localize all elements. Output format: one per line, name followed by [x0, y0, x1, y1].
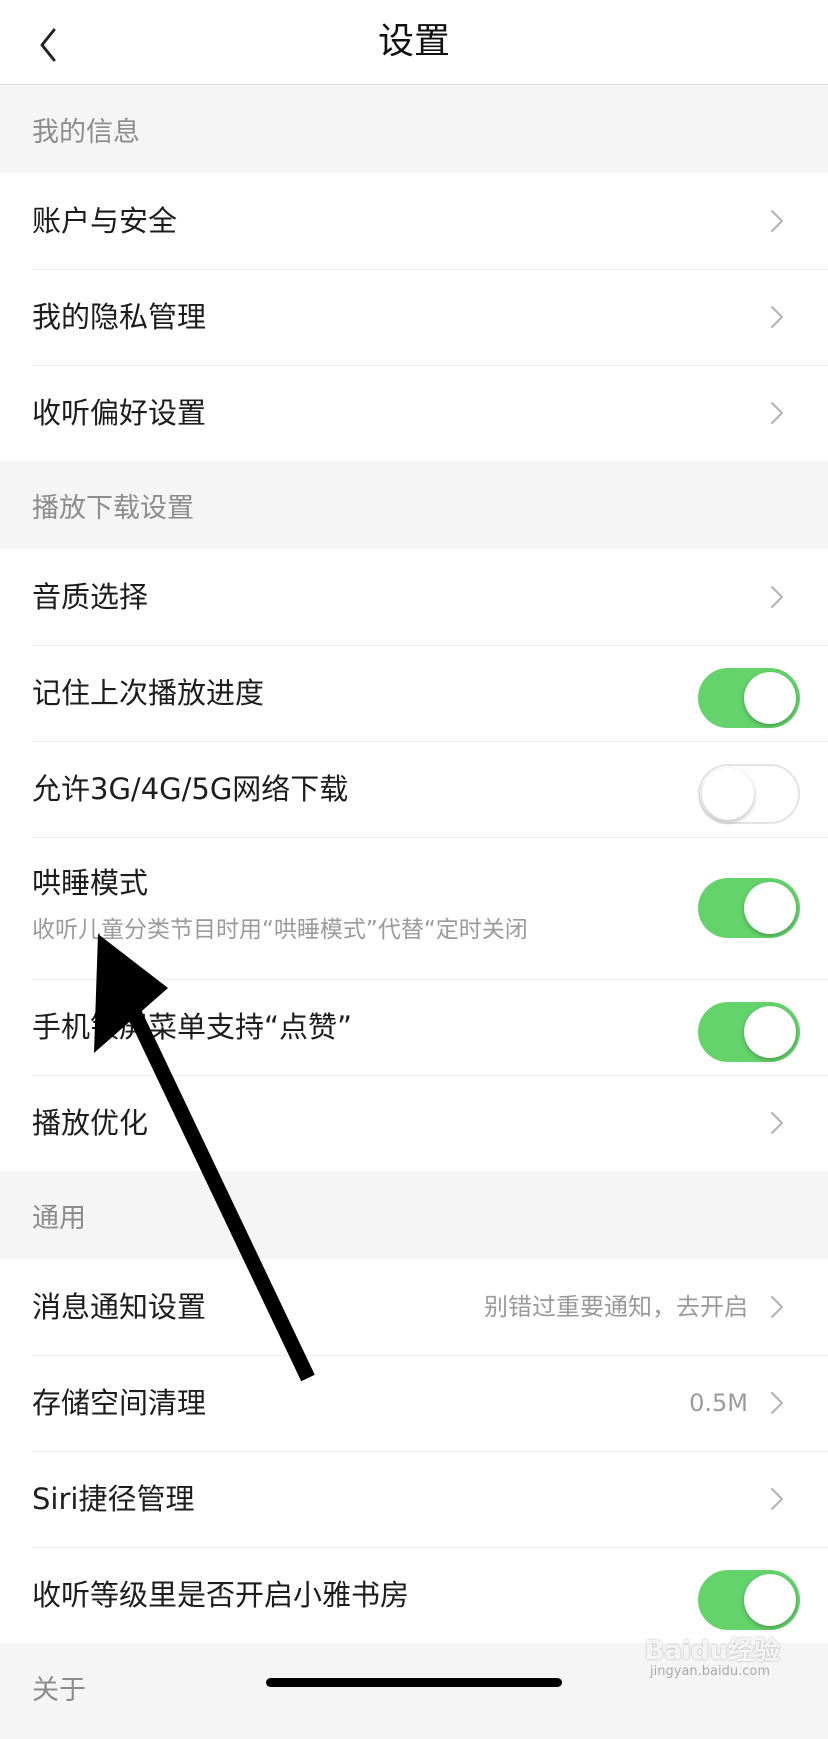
row-trailing-text: 别错过重要通知，去开启	[484, 1293, 748, 1321]
chevron-right-icon	[770, 305, 784, 329]
toggle-knob	[744, 1006, 796, 1058]
settings-row-privacy[interactable]: 我的隐私管理	[0, 269, 828, 365]
chevron-right-icon	[770, 401, 784, 425]
cellular-download-toggle[interactable]	[698, 764, 800, 824]
section-header-playback: 播放下载设置	[0, 461, 828, 549]
row-label: 存储空间清理	[32, 1386, 207, 1420]
group-my-info: 账户与安全 我的隐私管理 收听偏好设置	[0, 173, 828, 461]
section-header-general: 通用	[0, 1171, 828, 1259]
chevron-right-icon	[770, 1391, 784, 1415]
row-trailing-text: 0.5M	[689, 1389, 748, 1417]
settings-row-notifications[interactable]: 消息通知设置 别错过重要通知，去开启	[0, 1259, 828, 1355]
row-label: 允许3G/4G/5G网络下载	[32, 772, 349, 806]
page-title: 设置	[377, 21, 450, 62]
row-label: 记住上次播放进度	[32, 676, 265, 710]
settings-row-audio-quality[interactable]: 音质选择	[0, 549, 828, 645]
group-playback: 音质选择 记住上次播放进度 允许3G/4G/5G网络下载 哄睡模式 收听儿童分类…	[0, 549, 828, 1171]
settings-row-lockscreen-like: 手机锁屏菜单支持“点赞”	[0, 979, 828, 1075]
chevron-right-icon	[770, 585, 784, 609]
baidu-watermark-url: jingyan.baidu.com	[650, 1664, 770, 1679]
toggle-knob	[744, 882, 796, 934]
row-label: 音质选择	[32, 580, 149, 614]
sleep-mode-toggle[interactable]	[698, 878, 800, 938]
settings-row-account-security[interactable]: 账户与安全	[0, 173, 828, 269]
row-label: 收听等级里是否开启小雅书房	[32, 1578, 410, 1612]
toggle-knob	[744, 1574, 796, 1626]
toggle-knob	[744, 672, 796, 724]
baidu-watermark: Baidu经验	[644, 1636, 780, 1666]
settings-row-listening-preferences[interactable]: 收听偏好设置	[0, 365, 828, 461]
row-label: 账户与安全	[32, 204, 178, 238]
row-label: 我的隐私管理	[32, 300, 207, 334]
settings-row-cellular-download: 允许3G/4G/5G网络下载	[0, 741, 828, 837]
row-label: 哄睡模式	[32, 866, 149, 900]
chevron-right-icon	[770, 1295, 784, 1319]
lockscreen-like-toggle[interactable]	[698, 1002, 800, 1062]
row-label: 手机锁屏菜单支持“点赞”	[32, 1010, 353, 1044]
settings-row-playback-optimize[interactable]: 播放优化	[0, 1075, 828, 1171]
row-label: 播放优化	[32, 1106, 149, 1140]
row-label: Siri捷径管理	[32, 1482, 195, 1516]
row-description: 收听儿童分类节目时用“哄睡模式”代替“定时关闭	[32, 917, 528, 943]
settings-row-storage-cleanup[interactable]: 存储空间清理 0.5M	[0, 1355, 828, 1451]
navigation-bar: 设置	[0, 0, 828, 85]
settings-row-study-room: 收听等级里是否开启小雅书房	[0, 1547, 828, 1643]
home-indicator	[266, 1678, 562, 1687]
settings-row-sleep-mode: 哄睡模式 收听儿童分类节目时用“哄睡模式”代替“定时关闭	[0, 837, 828, 979]
remember-progress-toggle[interactable]	[698, 668, 800, 728]
settings-row-siri-shortcuts[interactable]: Siri捷径管理	[0, 1451, 828, 1547]
study-room-toggle[interactable]	[698, 1570, 800, 1630]
group-general: 消息通知设置 别错过重要通知，去开启 存储空间清理 0.5M Siri捷径管理 …	[0, 1259, 828, 1643]
chevron-right-icon	[770, 1111, 784, 1135]
toggle-knob	[702, 768, 754, 820]
row-label: 消息通知设置	[32, 1290, 207, 1324]
settings-row-remember-progress: 记住上次播放进度	[0, 645, 828, 741]
row-label: 收听偏好设置	[32, 396, 207, 430]
chevron-right-icon	[770, 1487, 784, 1511]
chevron-right-icon	[770, 209, 784, 233]
section-header-my-info: 我的信息	[0, 85, 828, 173]
